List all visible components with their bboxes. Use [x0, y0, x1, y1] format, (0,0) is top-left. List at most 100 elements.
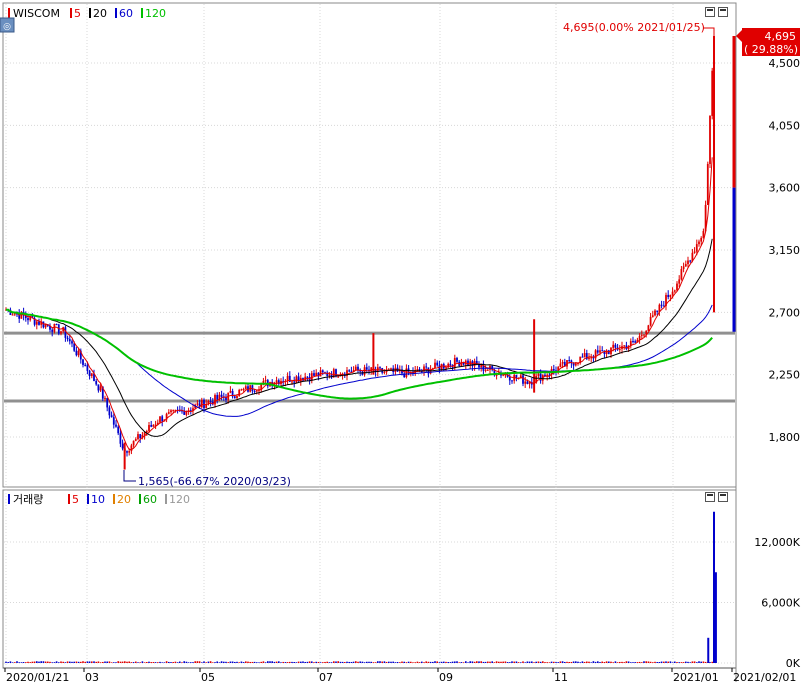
volume-bar: [460, 662, 463, 663]
x-tick-label: 07: [319, 671, 333, 682]
candle-body: [390, 368, 392, 370]
volume-bar: [80, 661, 82, 663]
volume-bar: [667, 661, 669, 663]
volume-bar: [546, 662, 548, 663]
volume-bar: [581, 661, 584, 663]
volume-panel-minimize-button[interactable]: [705, 492, 715, 502]
volume-bar: [480, 661, 482, 663]
legend-ma-label: 120: [145, 7, 166, 20]
volume-bar: [5, 661, 7, 663]
volume-bar: [550, 661, 553, 663]
candle-body: [581, 356, 584, 358]
volume-bar: [577, 661, 579, 663]
volume-bar: [22, 662, 25, 663]
volume-bar: [223, 661, 225, 663]
volume-bar: [586, 661, 588, 663]
volume-bar: [660, 661, 663, 663]
candle-body: [128, 451, 131, 453]
volume-bar: [462, 662, 465, 663]
volume-bar: [337, 661, 339, 663]
volume-bar: [553, 661, 555, 663]
volume-bar: [315, 661, 317, 663]
candle-body: [711, 70, 714, 116]
candle-body: [209, 401, 212, 403]
candle-body: [425, 366, 428, 368]
volume-bar: [495, 661, 498, 663]
volume-bar: [531, 661, 533, 663]
candle-body: [143, 432, 146, 436]
volume-bar: [544, 662, 546, 663]
volume-bar: [253, 661, 256, 663]
volume-bar: [506, 662, 509, 663]
legend-ma-label: 5: [72, 493, 79, 506]
panel-toggle-glyph: ◎: [3, 22, 11, 32]
candle-body: [108, 407, 111, 416]
volume-bar: [588, 661, 590, 663]
volume-bar: [344, 662, 346, 663]
volume-bar: [240, 661, 243, 663]
volume-bar: [509, 662, 511, 663]
candle-body: [453, 358, 456, 368]
volume-bar: [665, 661, 667, 663]
volume-panel-close-button[interactable]: [718, 492, 728, 502]
price-panel-close-button[interactable]: [718, 7, 728, 17]
volume-bar: [416, 661, 419, 663]
volume-bar: [33, 661, 36, 663]
volume-bar: [36, 661, 38, 663]
candle-body: [253, 390, 256, 392]
candle-body: [236, 396, 238, 399]
candle-body: [145, 430, 148, 433]
volume-bar: [489, 661, 491, 663]
volume-bar: [603, 662, 606, 663]
volume-bar: [447, 662, 449, 663]
candle-body: [99, 386, 102, 391]
volume-bar: [379, 661, 381, 663]
volume-bar: [82, 661, 84, 663]
candle-body: [88, 370, 91, 377]
volume-bar: [669, 661, 672, 663]
volume-bar: [564, 661, 566, 663]
x-tick-label: 2020/01/21: [6, 671, 69, 682]
volume-bar: [500, 661, 502, 663]
legend-swatch: [115, 8, 117, 18]
panel-toggle-button[interactable]: ◎: [0, 17, 15, 33]
candle-body: [159, 416, 161, 423]
volume-bar: [267, 661, 269, 663]
volume-bar: [300, 661, 302, 663]
candle-body: [288, 375, 291, 382]
candle-body: [75, 350, 78, 356]
volume-bar: [132, 662, 135, 663]
volume-bar: [231, 661, 234, 663]
volume-bar: [630, 662, 632, 663]
volume-bar: [412, 662, 414, 663]
candle-body: [647, 325, 650, 331]
candle-body: [680, 269, 683, 280]
candle-body: [90, 373, 93, 377]
legend-ma-label: 120: [169, 493, 190, 506]
volume-bar: [297, 661, 300, 663]
volume-bar: [410, 661, 412, 663]
volume-bar: [645, 661, 647, 663]
legend-volume-name: 거래량: [13, 493, 43, 506]
volume-bar: [251, 661, 254, 663]
candle-body: [445, 367, 447, 369]
legend-ma-label: 20: [117, 493, 131, 506]
volume-bar: [348, 661, 350, 663]
volume-bar: [86, 661, 89, 663]
volume-bar: [225, 661, 227, 663]
price-panel-minimize-button[interactable]: [705, 7, 715, 17]
volume-bar: [302, 661, 304, 663]
volume-bar: [370, 661, 372, 663]
current-change: ( 29.88%): [744, 43, 798, 56]
volume-bar: [172, 662, 174, 663]
volume-bar: [361, 661, 364, 663]
volume-bar: [357, 661, 359, 663]
volume-bar: [423, 662, 425, 663]
volume-bar: [555, 662, 557, 663]
legend-swatch: [141, 8, 143, 18]
volume-bar: [14, 662, 16, 663]
volume-bar: [399, 662, 401, 663]
candle-body: [511, 380, 513, 382]
volume-bar: [187, 662, 190, 663]
volume-bar: [520, 662, 522, 663]
